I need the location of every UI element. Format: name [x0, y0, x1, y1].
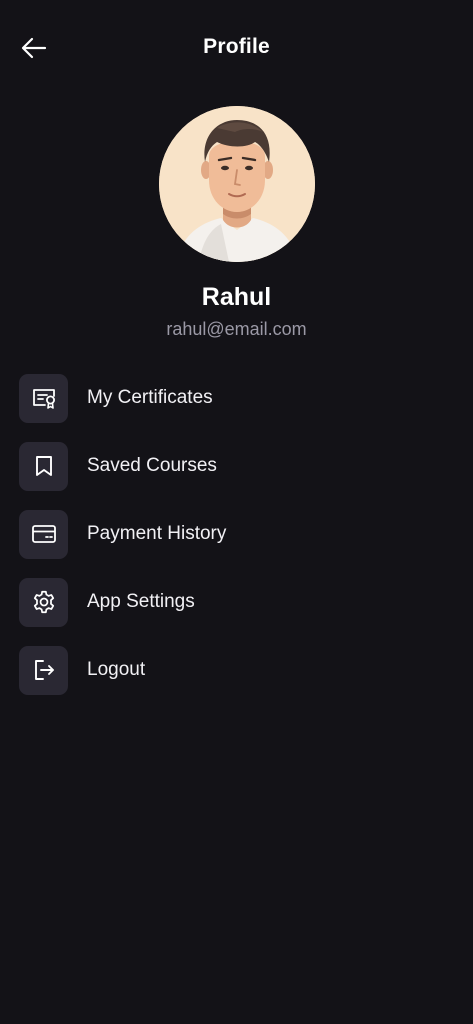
certificate-icon	[19, 373, 68, 423]
menu-item-logout[interactable]: Logout	[19, 645, 459, 695]
menu-item-label: Saved Courses	[87, 455, 217, 476]
profile-menu: My Certificates Saved Courses Payment Hi…	[19, 373, 459, 713]
menu-item-payment-history[interactable]: Payment History	[19, 509, 459, 559]
profile-email: rahul@email.com	[166, 319, 307, 339]
menu-item-saved-courses[interactable]: Saved Courses	[19, 441, 459, 491]
gear-icon	[19, 577, 68, 627]
top-bar: Profile	[0, 0, 473, 96]
credit-card-icon	[19, 509, 68, 559]
logout-icon	[19, 645, 68, 695]
menu-item-label: My Certificates	[87, 387, 213, 408]
user-avatar-illustration	[159, 106, 315, 262]
menu-item-label: Logout	[87, 659, 146, 680]
avatar	[159, 106, 315, 262]
menu-item-my-certificates[interactable]: My Certificates	[19, 373, 459, 423]
page-title: Profile	[203, 35, 270, 58]
menu-item-app-settings[interactable]: App Settings	[19, 577, 459, 627]
menu-item-label: App Settings	[87, 591, 195, 612]
menu-item-label: Payment History	[87, 523, 227, 544]
bookmark-icon	[19, 441, 68, 491]
profile-name: Rahul	[201, 283, 272, 311]
